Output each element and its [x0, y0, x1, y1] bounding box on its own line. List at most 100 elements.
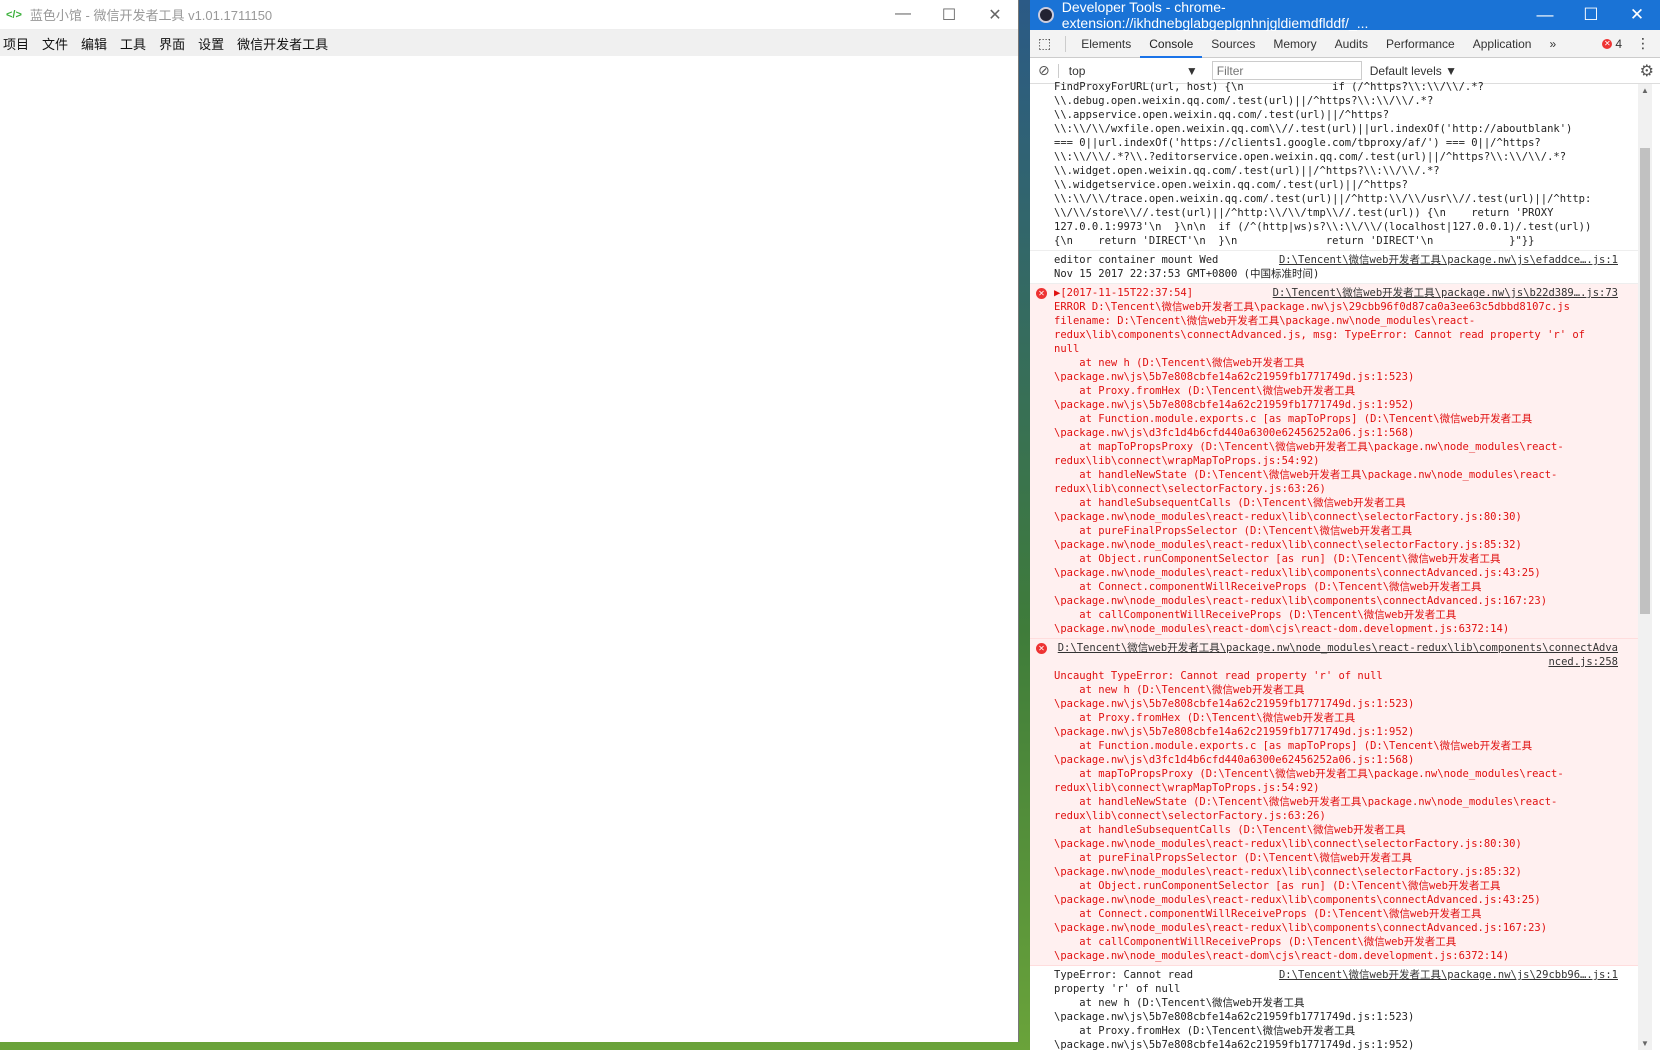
devtools-titlebar: Developer Tools - chrome-extension://ikh… — [1030, 0, 1660, 31]
clear-console-icon[interactable]: ⊘ — [1038, 62, 1050, 79]
console-line: \package.nw\node_modules\react-redux\lib… — [1054, 866, 1522, 878]
console-line: \package.nw\node_modules\react-redux\lib… — [1054, 838, 1522, 850]
console-line: Uncaught TypeError: Cannot read property… — [1054, 670, 1383, 682]
scroll-down-icon[interactable]: ▼ — [1638, 1039, 1652, 1048]
console-line: at Connect.componentWillReceiveProps (D:… — [1054, 908, 1482, 920]
tab-sources[interactable]: Sources — [1202, 30, 1264, 58]
console-line: {\n return 'DIRECT'\n }\n return 'DIRECT… — [1054, 235, 1535, 247]
error-count: 4 — [1615, 36, 1622, 51]
console-line: at Object.runComponentSelector [as run] … — [1054, 880, 1501, 892]
menu-edit[interactable]: 编辑 — [79, 34, 109, 53]
devtools-logo-icon — [1038, 7, 1054, 23]
maximize-button[interactable]: ☐ — [1568, 5, 1614, 25]
console-line: at Object.runComponentSelector [as run] … — [1054, 553, 1501, 565]
console-line: at handleNewState (D:\Tencent\微信web开发者工具… — [1054, 796, 1558, 808]
tab-application[interactable]: Application — [1464, 30, 1541, 58]
console-line: redux\lib\connect\selectorFactory.js:63:… — [1054, 810, 1326, 822]
console-line: \\.widgetservice.open.weixin.qq.com/.tes… — [1054, 179, 1409, 191]
menu-project[interactable]: 项目 — [1, 34, 31, 53]
tab-elements[interactable]: Elements — [1072, 30, 1140, 58]
close-button[interactable]: ✕ — [972, 5, 1018, 25]
console-line: ERROR D:\Tencent\微信web开发者工具\package.nw\j… — [1054, 301, 1571, 313]
console-line: \package.nw\js\5b7e808cbfe14a62c21959fb1… — [1054, 399, 1415, 411]
tab-console[interactable]: Console — [1140, 30, 1203, 58]
console-line: \package.nw\js\5b7e808cbfe14a62c21959fb1… — [1054, 726, 1415, 738]
tab-audits[interactable]: Audits — [1326, 30, 1377, 58]
console-line: redux\lib\connect\wrapMapToProps.js:54:9… — [1054, 782, 1320, 794]
console-log-message: D:\Tencent\微信web开发者工具\package.nw\js\29cb… — [1030, 966, 1638, 1050]
scroll-up-icon[interactable]: ▲ — [1638, 86, 1652, 95]
source-link[interactable]: D:\Tencent\微信web开发者工具\package.nw\js\b22d… — [1273, 286, 1618, 300]
error-count-badge[interactable]: ✕ 4 — [1602, 37, 1622, 51]
tab-performance[interactable]: Performance — [1377, 30, 1464, 58]
console-line: Nov 15 2017 22:37:53 GMT+0800 (中国标准时间) — [1054, 268, 1320, 280]
console-line: \package.nw\node_modules\react-redux\lib… — [1054, 567, 1541, 579]
menu-tools[interactable]: 工具 — [118, 34, 148, 53]
console-line: at callComponentWillReceiveProps (D:\Ten… — [1054, 936, 1457, 948]
console-line: \package.nw\js\d3fc1d4b6cfd440a6300e6245… — [1054, 754, 1415, 766]
minimize-button[interactable]: — — [1522, 5, 1568, 25]
error-icon: ✕ — [1036, 288, 1047, 299]
console-line: \package.nw\node_modules\react-redux\lib… — [1054, 539, 1522, 551]
console-error-message: ✕ D:\Tencent\微信web开发者工具\package.nw\js\b22… — [1030, 284, 1638, 639]
console-line: redux\lib\connect\wrapMapToProps.js:54:9… — [1054, 455, 1320, 467]
more-tabs-button[interactable]: » — [1540, 30, 1565, 58]
menu-wechat-devtools[interactable]: 微信开发者工具 — [235, 34, 330, 53]
console-line: null — [1054, 343, 1080, 355]
source-link[interactable]: D:\Tencent\微信web开发者工具\package.nw\js\29cb… — [1279, 968, 1618, 982]
tab-memory[interactable]: Memory — [1264, 30, 1325, 58]
menu-settings[interactable]: 设置 — [196, 34, 226, 53]
menu-file[interactable]: 文件 — [40, 34, 70, 53]
context-value: top — [1068, 63, 1086, 78]
console-line: redux\lib\components\connectAdvanced.js,… — [1054, 329, 1586, 341]
chrome-devtools-window: Developer Tools - chrome-extension://ikh… — [1030, 0, 1660, 1050]
source-link[interactable]: D:\Tencent\微信web开发者工具\package.nw\js\efad… — [1279, 253, 1618, 267]
console-line: at handleNewState (D:\Tencent\微信web开发者工具… — [1054, 469, 1558, 481]
console-line: \\.widget.open.weixin.qq.com/.test(url)|… — [1054, 165, 1440, 177]
console-line: at pureFinalPropsSelector (D:\Tencent\微信… — [1054, 525, 1412, 537]
console-line: \package.nw\js\5b7e808cbfe14a62c21959fb1… — [1054, 1039, 1415, 1050]
console-line: at handleSubsequentCalls (D:\Tencent\微信w… — [1054, 497, 1406, 509]
console-line: \\.debug.open.weixin.qq.com/.test(url)||… — [1054, 95, 1434, 107]
console-line: \\:\\/\\/trace.open.weixin.qq.com/.test(… — [1054, 193, 1592, 205]
console-line: at Proxy.fromHex (D:\Tencent\微信web开发者工具 — [1054, 385, 1356, 397]
console-line: \package.nw\node_modules\react-redux\lib… — [1054, 894, 1541, 906]
maximize-button[interactable]: ☐ — [926, 5, 972, 25]
error-icon: ✕ — [1036, 643, 1047, 654]
console-line: at handleSubsequentCalls (D:\Tencent\微信w… — [1054, 824, 1406, 836]
devtools-title: Developer Tools - chrome-extension://ikh… — [1061, 0, 1369, 31]
minimize-button[interactable]: — — [880, 5, 926, 25]
kebab-menu-icon[interactable]: ⋮ — [1636, 35, 1650, 52]
gear-icon[interactable]: ⚙ — [1640, 61, 1654, 81]
log-levels-label: Default levels — [1369, 63, 1442, 78]
console-line: \\:\\/\\/wxfile.open.weixin.qq.com\\//.t… — [1054, 123, 1573, 135]
scrollbar-thumb[interactable] — [1640, 148, 1650, 614]
console-line: 127.0.0.1:9973'\n }\n\n if (/^(http|ws)s… — [1054, 221, 1592, 233]
console-log-message: D:\Tencent\微信web开发者工具\package.nw\js\efad… — [1030, 251, 1638, 284]
error-icon: ✕ — [1602, 38, 1613, 49]
console-line: at callComponentWillReceiveProps (D:\Ten… — [1054, 609, 1457, 621]
console-line: \package.nw\js\d3fc1d4b6cfd440a6300e6245… — [1054, 427, 1415, 439]
console-line: at Function.module.exports.c [as mapToPr… — [1054, 413, 1533, 425]
close-button[interactable]: ✕ — [1614, 5, 1660, 25]
console-line: redux\lib\connect\selectorFactory.js:63:… — [1054, 483, 1326, 495]
context-selector[interactable]: top ▼ — [1057, 63, 1208, 78]
console-output: FindProxyForURL(url, host) {\n if (/^htt… — [1030, 78, 1638, 1050]
console-line: \package.nw\node_modules\react-redux\lib… — [1054, 511, 1522, 523]
scrollbar[interactable]: ▲ ▼ — [1638, 84, 1652, 1050]
divider — [1065, 35, 1067, 52]
console-line: \package.nw\js\5b7e808cbfe14a62c21959fb1… — [1054, 371, 1415, 383]
console-line: \package.nw\node_modules\react-dom\cjs\r… — [1054, 623, 1510, 635]
console-line: filename: D:\Tencent\微信web开发者工具\package.… — [1054, 315, 1476, 327]
wechat-devtools-window: </> 蓝色小馆 - 微信开发者工具 v1.01.1711150 — ☐ ✕ 项… — [0, 0, 1019, 1042]
log-levels-dropdown[interactable]: Default levels ▼ — [1370, 64, 1457, 78]
menu-bar: 项目 文件 编辑 工具 界面 设置 微信开发者工具 — [0, 30, 1018, 56]
console-line: \package.nw\node_modules\react-redux\lib… — [1054, 922, 1548, 934]
inspect-element-icon[interactable]: ⬚ — [1030, 35, 1059, 52]
console-line: \\:\\/\\/.*?\\.?editorservice.open.weixi… — [1054, 151, 1567, 163]
source-link[interactable]: D:\Tencent\微信web开发者工具\package.nw\node_mo… — [1054, 641, 1618, 669]
console-line: property 'r' of null — [1054, 983, 1181, 995]
console-line: \package.nw\node_modules\react-dom\cjs\r… — [1054, 950, 1510, 962]
menu-view[interactable]: 界面 — [157, 34, 187, 53]
console-line: \\.appservice.open.weixin.qq.com/.test(u… — [1054, 109, 1390, 121]
